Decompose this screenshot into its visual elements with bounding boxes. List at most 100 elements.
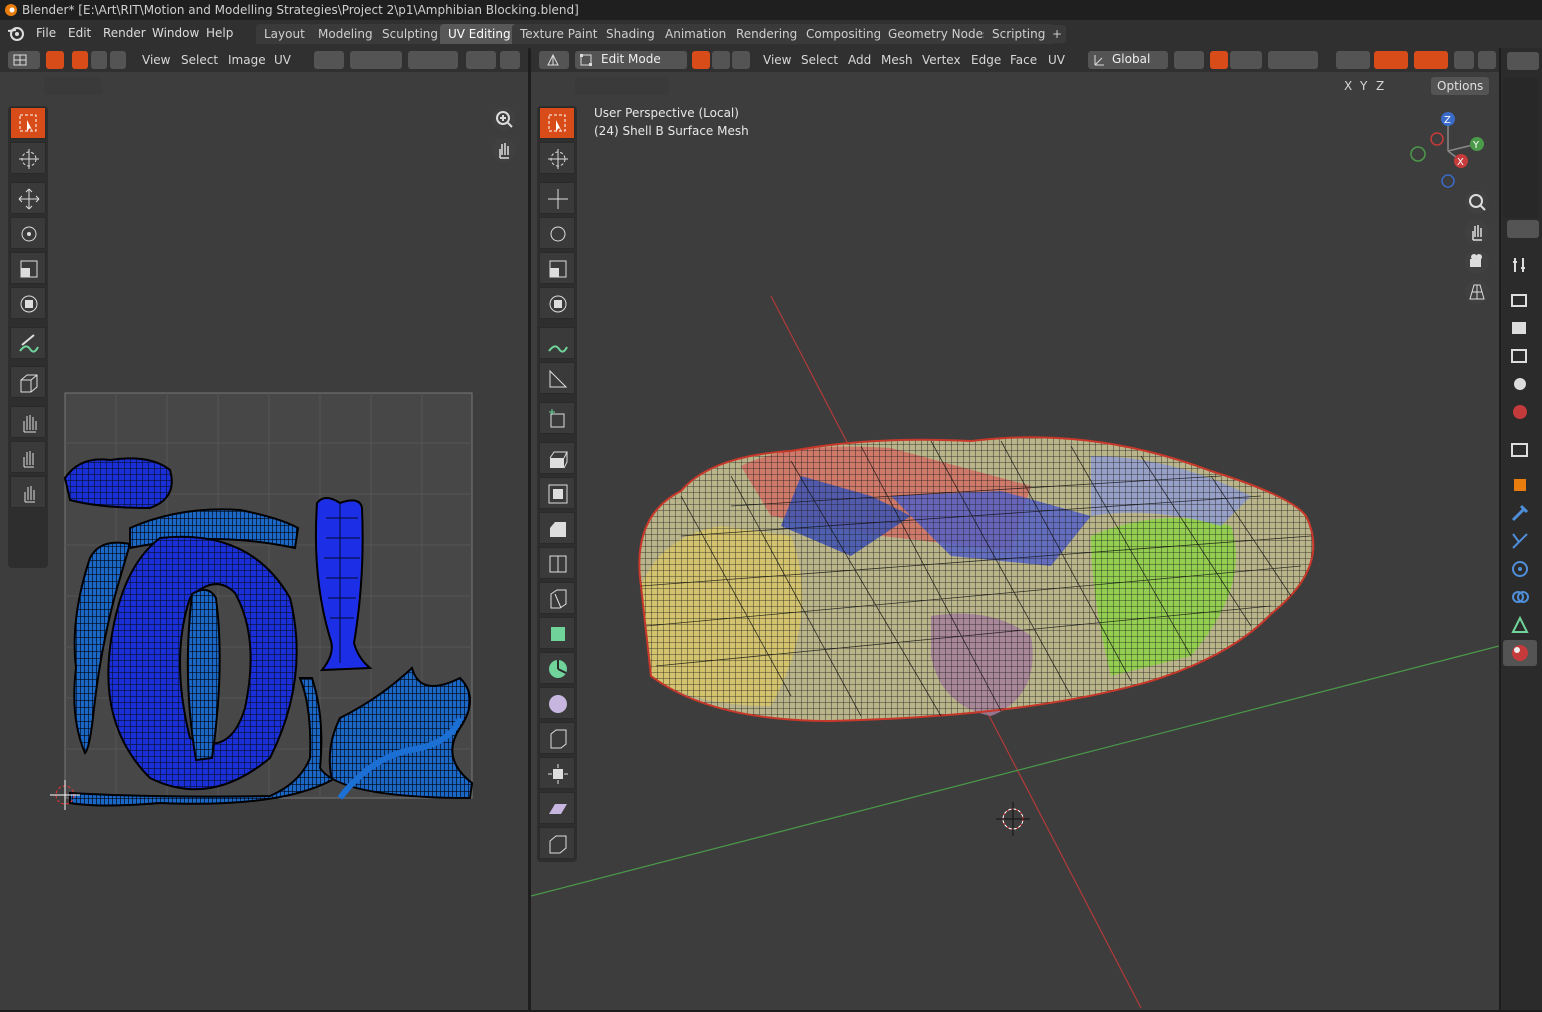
add-workspace-button[interactable]: + xyxy=(1048,25,1066,43)
vp-menu-add[interactable]: Add xyxy=(848,53,871,67)
tab-modeling[interactable]: Modeling xyxy=(310,24,381,44)
camera-view-button[interactable] xyxy=(1465,250,1489,274)
tool-settings-icon[interactable] xyxy=(1509,254,1531,276)
tab-shading[interactable]: Shading xyxy=(598,24,663,44)
tab-animation[interactable]: Animation xyxy=(657,24,735,44)
modifier-properties-icon[interactable] xyxy=(1509,502,1531,524)
uv-sync-button[interactable] xyxy=(46,51,64,69)
uv-face-mode-button[interactable] xyxy=(110,51,126,69)
pivot-point-dropdown[interactable] xyxy=(1174,51,1204,69)
3d-cursor[interactable] xyxy=(996,802,1030,836)
tool-bevel[interactable] xyxy=(539,512,575,544)
proportional-edit-button[interactable] xyxy=(408,51,458,69)
uv-canvas[interactable] xyxy=(40,378,490,828)
tool-scale[interactable] xyxy=(539,252,575,284)
visibility-dropdown[interactable] xyxy=(1336,51,1370,69)
uv-tool-rotate[interactable] xyxy=(10,217,46,249)
tab-uv-editing[interactable]: UV Editing xyxy=(440,24,519,44)
particles-properties-icon[interactable] xyxy=(1509,530,1531,552)
uv-menu-view[interactable]: View xyxy=(142,53,170,67)
tool-knife[interactable] xyxy=(539,582,575,614)
uv-tool-transform[interactable] xyxy=(10,287,46,319)
vp-menu-edge[interactable]: Edge xyxy=(971,53,1001,67)
mirror-axis-y[interactable]: Y xyxy=(1360,79,1367,93)
tab-geometry-nodes[interactable]: Geometry Nodes xyxy=(880,24,998,44)
uv-tool-cursor[interactable] xyxy=(10,142,46,174)
overlay-toggle-button[interactable] xyxy=(1414,51,1448,69)
tab-texture-paint[interactable]: Texture Paint xyxy=(512,24,606,44)
tab-scripting[interactable]: Scripting xyxy=(984,24,1054,44)
tool-loop-cut[interactable] xyxy=(539,547,575,579)
tool-add-cube[interactable] xyxy=(539,402,575,434)
mirror-axis-z[interactable]: Z xyxy=(1376,79,1384,93)
blender-menu-icon[interactable] xyxy=(6,25,26,43)
uv-select-mode-group[interactable] xyxy=(44,77,102,95)
tool-extrude[interactable] xyxy=(539,442,575,474)
image-browse-button[interactable] xyxy=(466,51,496,69)
tool-smooth[interactable] xyxy=(539,687,575,719)
xray-toggle-button[interactable] xyxy=(1454,51,1474,69)
new-image-button[interactable] xyxy=(500,51,520,69)
uv-tool-select-box[interactable] xyxy=(10,107,46,139)
output-properties-icon[interactable] xyxy=(1509,317,1531,339)
uv-menu-uv[interactable]: UV xyxy=(274,53,291,67)
perspective-toggle-button[interactable] xyxy=(1465,280,1489,304)
tool-transform[interactable] xyxy=(539,287,575,319)
vp-menu-vertex[interactable]: Vertex xyxy=(922,53,961,67)
mode-dropdown[interactable]: Edit Mode xyxy=(575,51,687,69)
render-properties-icon[interactable] xyxy=(1509,289,1531,311)
outliner-panel[interactable] xyxy=(1503,78,1539,218)
viewport-zoom-button[interactable] xyxy=(1465,190,1489,214)
outliner-editor-type[interactable] xyxy=(1507,52,1539,70)
tool-move[interactable] xyxy=(539,182,575,214)
navigation-gizmo[interactable]: Z Y X xyxy=(1403,106,1493,196)
uv-tool-scale[interactable] xyxy=(10,252,46,284)
edge-select-mode-button[interactable] xyxy=(712,51,730,69)
view-layer-icon[interactable] xyxy=(1509,345,1531,367)
gizmo-toggle-button[interactable] xyxy=(1374,51,1408,69)
uv-tool-annotate[interactable] xyxy=(10,327,46,359)
uv-edge-mode-button[interactable] xyxy=(91,51,107,69)
tool-cursor[interactable] xyxy=(539,142,575,174)
tool-inset[interactable] xyxy=(539,477,575,509)
menu-window[interactable]: Window xyxy=(152,26,199,40)
mirror-axis-x[interactable]: X xyxy=(1344,79,1352,93)
pivot-dropdown[interactable] xyxy=(314,51,344,69)
vp-menu-select[interactable]: Select xyxy=(801,53,838,67)
options-dropdown[interactable]: Options xyxy=(1431,77,1490,95)
uv-zoom-button[interactable] xyxy=(492,107,516,131)
uv-tool-move[interactable] xyxy=(10,182,46,214)
uv-menu-image[interactable]: Image xyxy=(228,53,266,67)
menu-edit[interactable]: Edit xyxy=(68,26,91,40)
tool-shear[interactable] xyxy=(539,792,575,824)
tool-rip-region[interactable] xyxy=(539,827,575,859)
menu-help[interactable]: Help xyxy=(206,26,233,40)
constraints-properties-icon[interactable] xyxy=(1509,586,1531,608)
tool-poly-build[interactable] xyxy=(539,617,575,649)
world-properties-icon[interactable] xyxy=(1509,401,1531,423)
properties-editor-type[interactable] xyxy=(1507,220,1539,238)
data-properties-icon[interactable] xyxy=(1509,614,1531,636)
mesh-object[interactable] xyxy=(638,436,1315,723)
viewport-editor-type-button[interactable] xyxy=(539,51,569,69)
tool-spin[interactable] xyxy=(539,652,575,684)
tab-compositing[interactable]: Compositing xyxy=(798,24,890,44)
uv-vertex-mode-button[interactable] xyxy=(72,51,88,69)
uv-editor-area[interactable]: View Select Image UV xyxy=(0,48,528,1010)
vp-menu-mesh[interactable]: Mesh xyxy=(881,53,913,67)
object-properties-icon[interactable] xyxy=(1509,474,1531,496)
viewport-pan-button[interactable] xyxy=(1465,220,1489,244)
menu-render[interactable]: Render xyxy=(103,26,146,40)
face-select-mode-button[interactable] xyxy=(732,51,750,69)
vp-menu-uv[interactable]: UV xyxy=(1048,53,1065,67)
tool-measure[interactable] xyxy=(539,362,575,394)
shading-mode-button[interactable] xyxy=(1478,51,1496,69)
tab-rendering[interactable]: Rendering xyxy=(728,24,806,44)
uv-menu-select[interactable]: Select xyxy=(181,53,218,67)
tab-sculpting[interactable]: Sculpting xyxy=(374,24,447,44)
material-properties-tab[interactable] xyxy=(1503,640,1537,666)
collection-properties-icon[interactable] xyxy=(1509,439,1531,461)
select-mode-group[interactable] xyxy=(575,77,669,95)
snap-target-dropdown[interactable] xyxy=(1230,51,1262,69)
tool-rotate[interactable] xyxy=(539,217,575,249)
